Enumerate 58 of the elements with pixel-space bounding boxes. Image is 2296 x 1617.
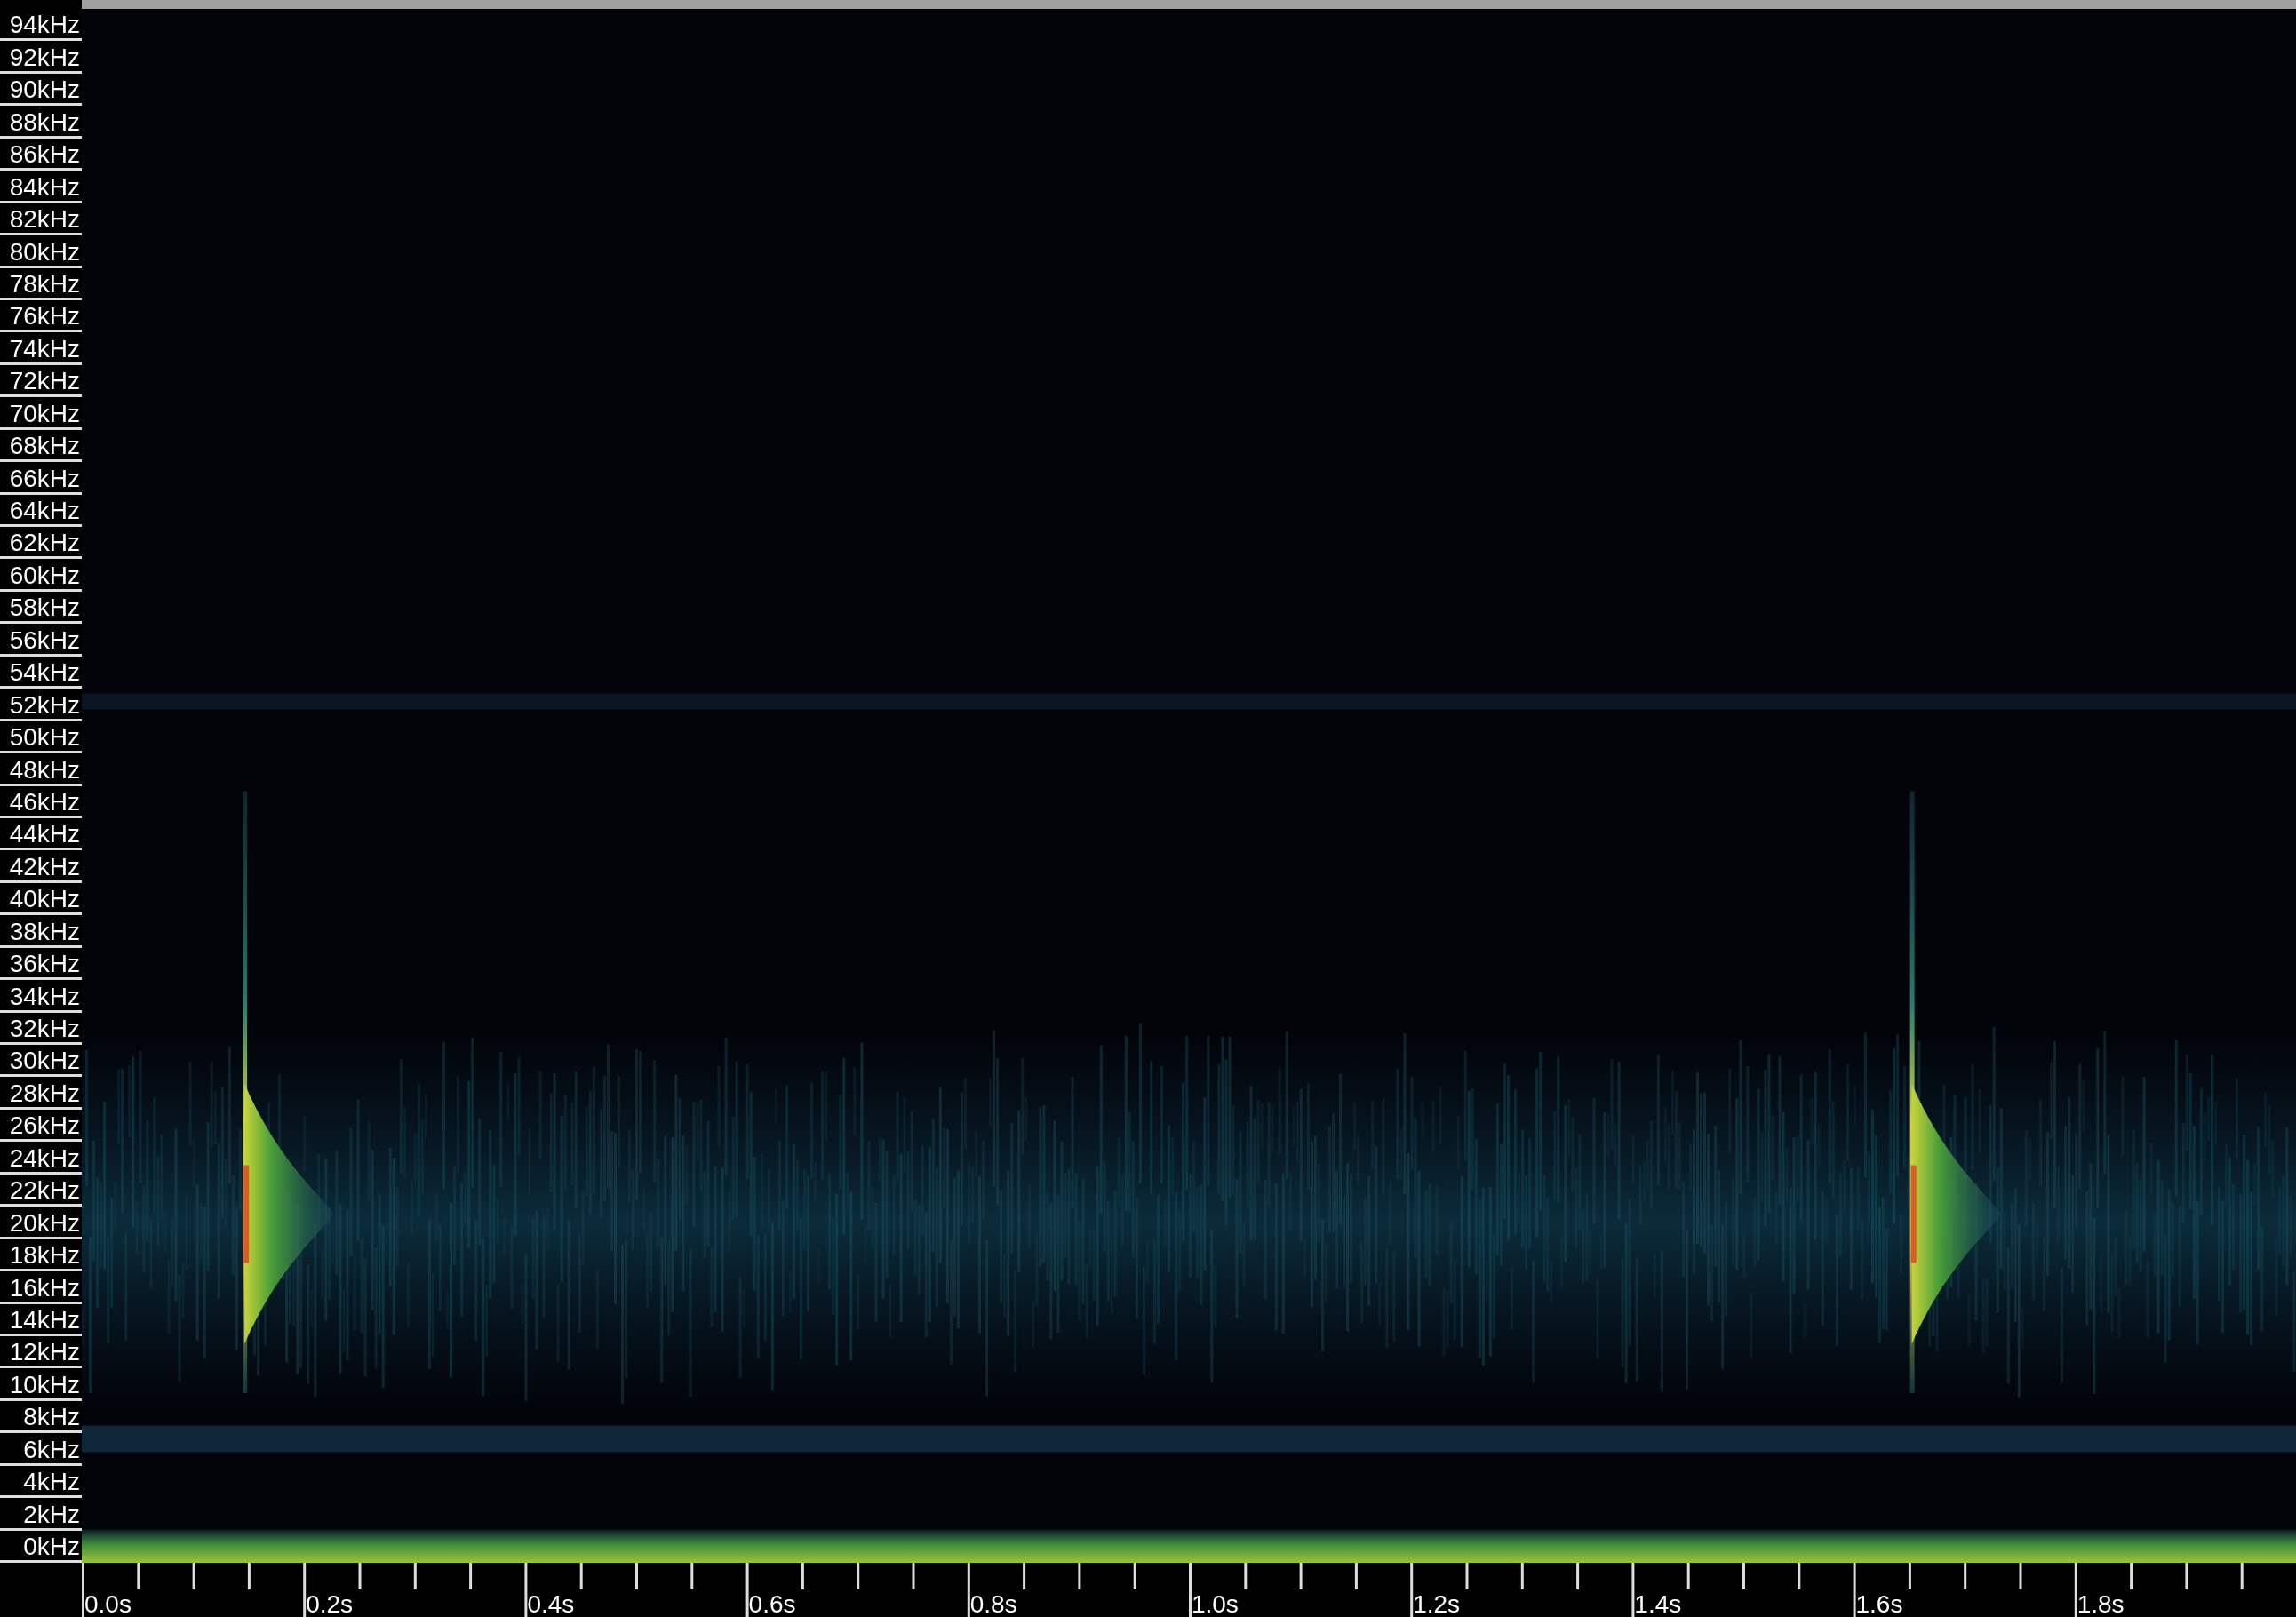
frequency-label: 84kHz bbox=[9, 173, 80, 201]
frequency-label: 92kHz bbox=[9, 44, 80, 71]
frequency-label: 18kHz bbox=[9, 1242, 80, 1270]
frequency-label: 44kHz bbox=[9, 821, 80, 848]
frequency-label: 28kHz bbox=[9, 1079, 80, 1107]
frequency-label: 80kHz bbox=[9, 238, 80, 266]
frequency-label: 86kHz bbox=[9, 141, 80, 169]
time-label: 1.0s bbox=[1190, 1592, 1239, 1617]
time-label: 0.2s bbox=[305, 1592, 354, 1617]
time-label: 0.4s bbox=[526, 1592, 575, 1617]
frequency-label: 0kHz bbox=[23, 1533, 80, 1560]
frequency-label: 38kHz bbox=[9, 918, 80, 945]
frequency-label: 66kHz bbox=[9, 465, 80, 492]
frequency-label: 16kHz bbox=[9, 1274, 80, 1302]
frequency-label: 4kHz bbox=[23, 1469, 80, 1496]
frequency-label: 90kHz bbox=[9, 76, 80, 104]
frequency-label: 54kHz bbox=[9, 659, 80, 687]
frequency-label: 48kHz bbox=[9, 756, 80, 784]
time-label: 0.8s bbox=[969, 1592, 1017, 1617]
frequency-label: 74kHz bbox=[9, 335, 80, 362]
frequency-label: 58kHz bbox=[9, 594, 80, 622]
frequency-label: 82kHz bbox=[9, 206, 80, 234]
frequency-label: 14kHz bbox=[9, 1306, 80, 1334]
time-label: 0.0s bbox=[84, 1592, 132, 1617]
frequency-label: 60kHz bbox=[9, 562, 80, 589]
frequency-label: 20kHz bbox=[9, 1209, 80, 1237]
time-label: 1.8s bbox=[2076, 1592, 2125, 1617]
frequency-label: 36kHz bbox=[9, 951, 80, 978]
frequency-label: 22kHz bbox=[9, 1177, 80, 1205]
time-label: 0.6s bbox=[747, 1592, 796, 1617]
frequency-label: 64kHz bbox=[9, 498, 80, 524]
frequency-label: 78kHz bbox=[9, 270, 80, 298]
frequency-label: 30kHz bbox=[9, 1047, 80, 1075]
frequency-label: 72kHz bbox=[9, 368, 80, 395]
frequency-label: 6kHz bbox=[23, 1436, 80, 1463]
frequency-label: 76kHz bbox=[9, 303, 80, 331]
frequency-label: 40kHz bbox=[9, 886, 80, 913]
frequency-label: 12kHz bbox=[9, 1339, 80, 1366]
frequency-label: 88kHz bbox=[9, 108, 80, 136]
frequency-label: 94kHz bbox=[9, 12, 80, 39]
frequency-label: 68kHz bbox=[9, 433, 80, 460]
frequency-label: 24kHz bbox=[9, 1144, 80, 1172]
frequency-label: 42kHz bbox=[9, 853, 80, 880]
frequency-label: 2kHz bbox=[23, 1501, 80, 1528]
time-label: 1.6s bbox=[1854, 1592, 1903, 1617]
frequency-label: 50kHz bbox=[9, 724, 80, 752]
frequency-label: 8kHz bbox=[23, 1404, 80, 1431]
frequency-label: 10kHz bbox=[9, 1371, 80, 1398]
time-label: 1.4s bbox=[1633, 1592, 1682, 1617]
frequency-label: 62kHz bbox=[9, 530, 80, 557]
frequency-label: 46kHz bbox=[9, 788, 80, 816]
frequency-label: 56kHz bbox=[9, 626, 80, 654]
frequency-label: 70kHz bbox=[9, 400, 80, 427]
frequency-label: 32kHz bbox=[9, 1016, 80, 1042]
time-label: 1.2s bbox=[1412, 1592, 1461, 1617]
frequency-label: 26kHz bbox=[9, 1112, 80, 1140]
frequency-label: 52kHz bbox=[9, 691, 80, 719]
frequency-label: 34kHz bbox=[9, 983, 80, 1010]
